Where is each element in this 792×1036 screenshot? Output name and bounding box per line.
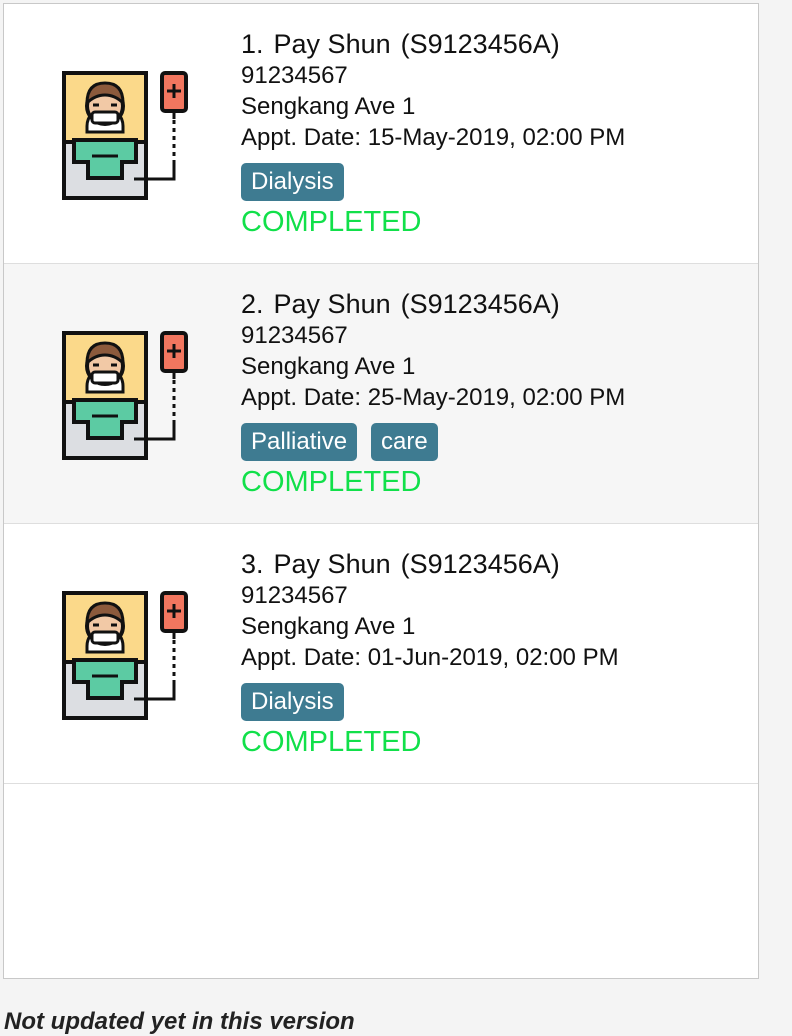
tag-palliative: Palliative — [241, 423, 358, 461]
appointment-date: Appt. Date: 25-May-2019, 02:00 PM — [241, 384, 626, 411]
status-label: COMPLETED — [241, 726, 422, 758]
patient-title: 2. Pay Shun (S9123456A) — [241, 288, 625, 320]
appointment-list-panel: 1. Pay Shun (S9123456A) 91234567 Sengkang … — [3, 3, 759, 979]
tag-list: Dialysis — [241, 683, 619, 721]
patient-address: Sengkang Ave 1 — [241, 93, 416, 120]
footer-note: Not updated yet in this version — [4, 1008, 355, 1035]
patient-title: 1. Pay Shun (S9123456A) — [241, 28, 625, 60]
patient-phone: 91234567 — [241, 322, 348, 349]
appointment-card[interactable]: 3. Pay Shun (S9123456A) 91234567 Sengkang … — [4, 524, 758, 784]
appointment-index: 3. — [241, 549, 264, 579]
patient-iv-drip-icon — [62, 71, 188, 200]
status-label: COMPLETED — [241, 466, 422, 498]
appointment-index: 1. — [241, 29, 264, 59]
tag-care: care — [371, 423, 438, 461]
appointment-info: 3. Pay Shun (S9123456A) 91234567 Sengkang … — [241, 548, 619, 762]
patient-phone: 91234567 — [241, 582, 348, 609]
patient-nric: (S9123456A) — [400, 29, 560, 59]
patient-iv-drip-icon — [62, 591, 188, 720]
patient-title: 3. Pay Shun (S9123456A) — [241, 548, 619, 580]
patient-iv-drip-icon — [62, 331, 188, 460]
appointment-date: Appt. Date: 15-May-2019, 02:00 PM — [241, 124, 626, 151]
appointment-date: Appt. Date: 01-Jun-2019, 02:00 PM — [241, 644, 619, 671]
appointment-card[interactable]: 1. Pay Shun (S9123456A) 91234567 Sengkang … — [4, 4, 758, 264]
tag-dialysis: Dialysis — [241, 163, 344, 201]
patient-name: Pay Shun — [273, 29, 391, 59]
appointment-info: 2. Pay Shun (S9123456A) 91234567 Sengkang … — [241, 288, 625, 502]
patient-name: Pay Shun — [273, 549, 391, 579]
patient-address: Sengkang Ave 1 — [241, 613, 416, 640]
tag-list: Dialysis — [241, 163, 625, 201]
patient-nric: (S9123456A) — [400, 549, 560, 579]
tag-dialysis: Dialysis — [241, 683, 344, 721]
patient-address: Sengkang Ave 1 — [241, 353, 416, 380]
status-label: COMPLETED — [241, 206, 422, 238]
patient-phone: 91234567 — [241, 62, 348, 89]
tag-list: Palliative care — [241, 423, 625, 461]
appointment-index: 2. — [241, 289, 264, 319]
appointment-card[interactable]: 2. Pay Shun (S9123456A) 91234567 Sengkang … — [4, 264, 758, 524]
patient-nric: (S9123456A) — [400, 289, 560, 319]
patient-name: Pay Shun — [273, 289, 391, 319]
appointment-info: 1. Pay Shun (S9123456A) 91234567 Sengkang … — [241, 28, 625, 242]
